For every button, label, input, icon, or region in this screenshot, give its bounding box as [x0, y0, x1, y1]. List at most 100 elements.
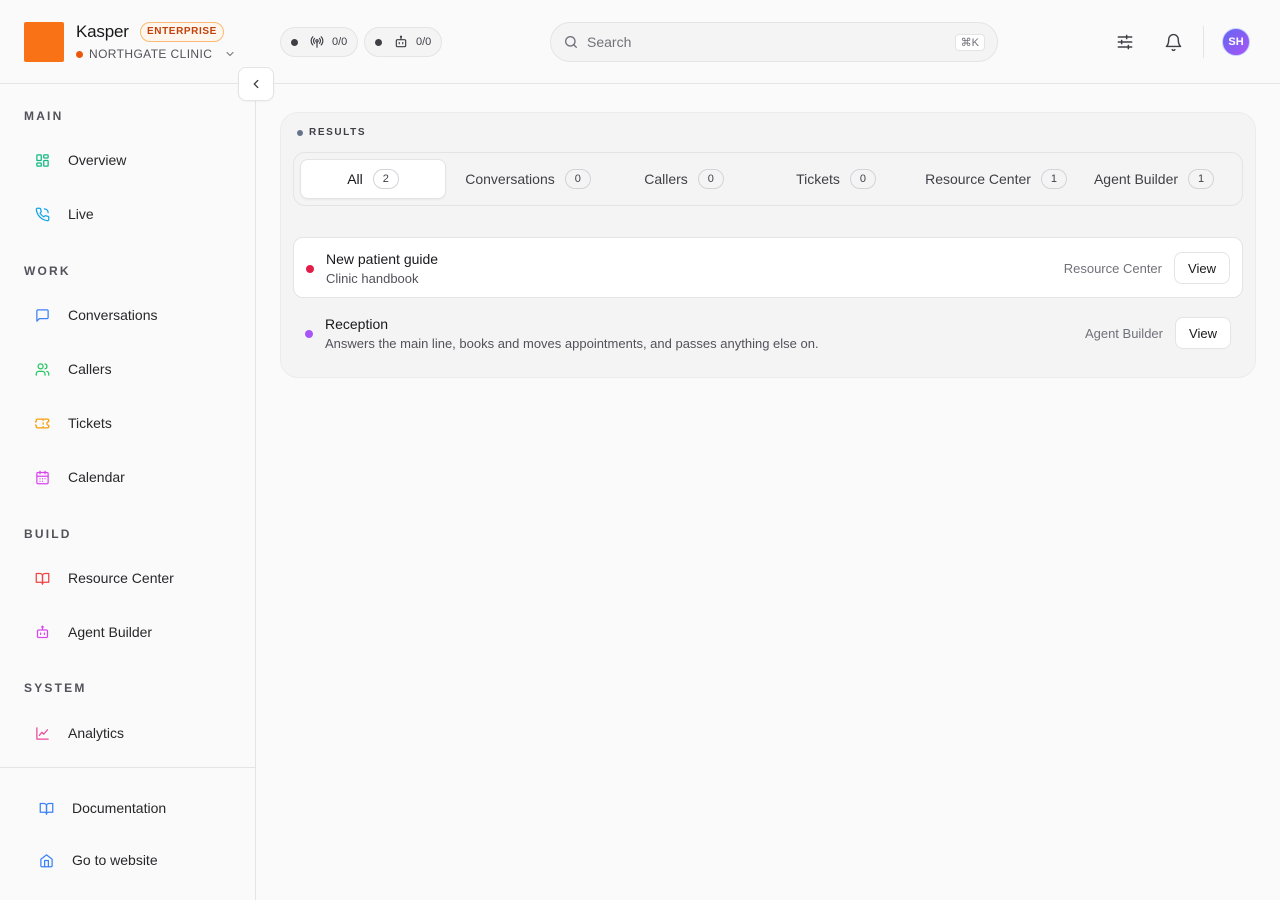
- live-status-count: 0/0: [332, 36, 348, 48]
- collapse-sidebar-button[interactable]: [238, 67, 274, 101]
- sidebar-item-calendar[interactable]: Calendar: [24, 457, 240, 497]
- sidebar-item-website[interactable]: Go to website: [24, 840, 240, 880]
- tab-tickets[interactable]: Tickets 0: [762, 159, 910, 199]
- tab-callers[interactable]: Callers 0: [610, 159, 758, 199]
- tab-label: Agent Builder: [1093, 171, 1179, 187]
- sidebar-item-resource-center[interactable]: Resource Center: [24, 558, 240, 598]
- sidebar-item-label: Resource Center: [68, 570, 174, 586]
- org-switcher[interactable]: NORTHGATE CLINIC: [76, 47, 236, 61]
- bot-icon: [394, 35, 408, 49]
- tab-label: Callers: [644, 171, 688, 187]
- sidebar-item-live[interactable]: Live: [24, 194, 240, 234]
- chevron-down-icon: [224, 48, 236, 60]
- header-divider: [1203, 26, 1204, 58]
- bell-icon[interactable]: [1159, 28, 1187, 56]
- section-label-system: SYSTEM: [24, 681, 87, 695]
- sidebar-item-label: Tickets: [68, 415, 112, 431]
- status-dot: [291, 38, 298, 46]
- sidebar-item-label: Callers: [68, 361, 112, 377]
- sidebar-item-callers[interactable]: Callers: [24, 349, 240, 389]
- sidebar-item-tickets[interactable]: Tickets: [24, 403, 240, 443]
- phone-icon: [34, 206, 50, 222]
- result-type-dot: [306, 265, 314, 273]
- section-label-work: WORK: [24, 264, 71, 278]
- sidebar-item-label: Calendar: [68, 469, 125, 485]
- search-shortcut: ⌘K: [954, 33, 985, 51]
- ticket-icon: [34, 415, 50, 431]
- sidebar-item-label: Analytics: [68, 725, 125, 741]
- sidebar-item-label: Conversations: [68, 307, 158, 323]
- results-dot: [297, 129, 303, 136]
- sidebar-item-label: Agent Builder: [68, 624, 153, 640]
- view-button[interactable]: View: [1175, 317, 1231, 349]
- sidebar-item-overview[interactable]: Overview: [24, 140, 240, 180]
- results-title: RESULTS: [309, 127, 367, 138]
- result-type-dot: [305, 330, 313, 338]
- tab-count: 0: [697, 169, 724, 189]
- tab-resource-center[interactable]: Resource Center 1: [916, 159, 1076, 199]
- org-name: NORTHGATE CLINIC: [89, 47, 213, 61]
- tab-label: Conversations: [465, 171, 555, 187]
- tab-label: All: [347, 171, 363, 187]
- result-title: Reception: [325, 316, 389, 332]
- tab-all[interactable]: All 2: [300, 159, 446, 199]
- dashboard-icon: [34, 152, 50, 168]
- live-status-pill[interactable]: 0/0: [280, 27, 359, 57]
- top-bar: Kasper ENTERPRISE NORTHGATE CLINIC 0/0 0…: [0, 0, 1280, 84]
- section-label-main: MAIN: [24, 109, 64, 123]
- tab-count: 1: [1040, 169, 1067, 189]
- chart-icon: [34, 725, 50, 741]
- tab-agent-builder[interactable]: Agent Builder 1: [1080, 159, 1228, 199]
- results-tabs: All 2 Conversations 0 Callers 0 Tickets …: [293, 152, 1243, 206]
- agent-status-pill[interactable]: 0/0: [364, 27, 443, 57]
- filters-icon[interactable]: [1111, 28, 1139, 56]
- result-subtitle: Clinic handbook: [326, 271, 419, 286]
- result-source: Resource Center: [1063, 261, 1162, 276]
- broadcast-icon: [310, 35, 324, 49]
- sidebar-item-conversations[interactable]: Conversations: [24, 295, 240, 335]
- brand-name: Kasper: [76, 22, 129, 41]
- status-dot: [375, 38, 382, 46]
- search-bar[interactable]: ⌘K: [550, 22, 998, 62]
- results-panel: RESULTS All 2 Conversations 0 Callers 0 …: [280, 112, 1256, 378]
- view-button[interactable]: View: [1174, 252, 1230, 284]
- brand-logo[interactable]: [24, 22, 64, 62]
- result-title: New patient guide: [326, 251, 439, 267]
- users-icon: [34, 361, 50, 377]
- agent-status-count: 0/0: [416, 36, 432, 48]
- sidebar: MAIN Overview Live WORK Conversations Ca…: [0, 84, 256, 900]
- chevron-left-icon: [249, 77, 263, 91]
- result-item[interactable]: New patient guide Clinic handbook Resour…: [293, 237, 1243, 298]
- tab-conversations[interactable]: Conversations 0: [450, 159, 606, 199]
- sidebar-item-agent-builder[interactable]: Agent Builder: [24, 612, 240, 652]
- search-input[interactable]: [587, 34, 955, 50]
- sidebar-divider: [0, 767, 255, 768]
- calendar-icon: [34, 469, 50, 485]
- result-item[interactable]: Reception Answers the main line, books a…: [293, 303, 1243, 364]
- sidebar-item-label: Overview: [68, 152, 127, 168]
- sidebar-item-analytics[interactable]: Analytics: [24, 713, 240, 753]
- results-heading: RESULTS: [297, 127, 366, 138]
- result-subtitle: Answers the main line, books and moves a…: [325, 336, 819, 351]
- section-label-build: BUILD: [24, 527, 72, 541]
- book-open-icon: [38, 800, 54, 816]
- sidebar-item-documentation[interactable]: Documentation: [24, 788, 240, 828]
- home-icon: [38, 852, 54, 868]
- tab-label: Resource Center: [925, 171, 1031, 187]
- book-icon: [34, 570, 50, 586]
- sidebar-item-label: Live: [68, 206, 94, 222]
- result-source: Agent Builder: [1084, 326, 1163, 341]
- search-icon: [563, 34, 579, 50]
- bot-icon: [34, 624, 50, 640]
- tab-count: 0: [564, 169, 591, 189]
- message-icon: [34, 307, 50, 323]
- tab-label: Tickets: [796, 171, 840, 187]
- org-status-dot: [76, 50, 83, 58]
- sidebar-item-label: Documentation: [72, 800, 167, 816]
- sidebar-item-label: Go to website: [72, 852, 158, 868]
- tab-count: 1: [1188, 169, 1215, 189]
- tab-count: 2: [372, 169, 399, 189]
- tab-count: 0: [849, 169, 876, 189]
- plan-badge: ENTERPRISE: [140, 22, 224, 42]
- avatar[interactable]: SH: [1222, 28, 1250, 56]
